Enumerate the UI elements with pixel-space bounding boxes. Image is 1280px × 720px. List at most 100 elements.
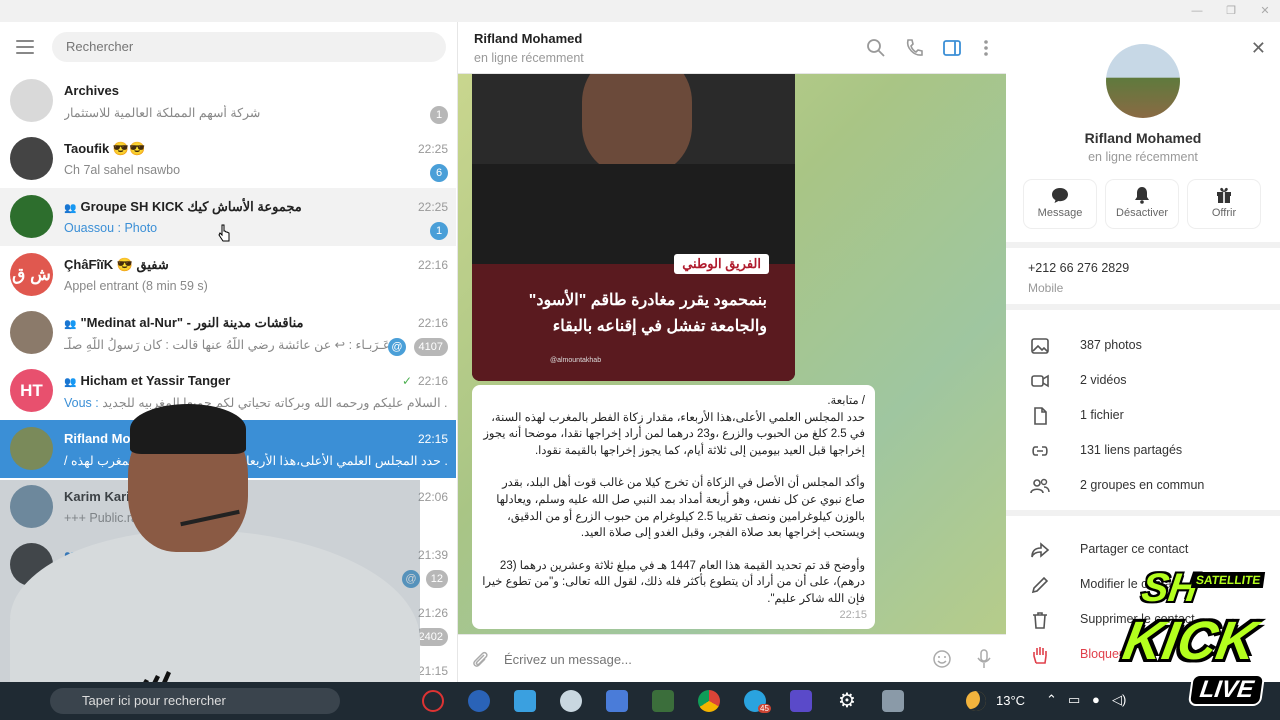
calculator-icon[interactable] — [606, 690, 628, 712]
chat-list-item[interactable]: Archives شركة أسهم المملكة العالمية للاست… — [0, 72, 456, 130]
chat-name-text: "Medinat al-Nur" - مناقشات مدينة النور — [80, 315, 304, 330]
chat-name: 👥 Hicham et Yassir Tanger — [64, 373, 230, 388]
chat-title: Rifland Mohamed — [474, 31, 583, 46]
chat-time: 22:25 — [417, 142, 448, 156]
chat-name: Taoufik 😎😎 — [64, 141, 145, 157]
chat-name-text: Archives — [64, 83, 119, 98]
weather-moon-icon — [966, 691, 986, 711]
unread-badge: 1 — [430, 222, 448, 240]
preview-text: شركة أسهم المملكة العالمية للاستثمار — [64, 106, 261, 120]
chat-time: 22:16 — [417, 316, 448, 330]
emoji-icon[interactable] — [932, 649, 952, 669]
media-label-videos: 2 vidéos — [1080, 373, 1127, 387]
app-icon-6[interactable] — [652, 690, 674, 712]
media-label-files: 1 fichier — [1080, 408, 1124, 422]
profile-avatar[interactable] — [1106, 44, 1180, 118]
chat-list-item[interactable]: ش ق ÇhâFîïK 😎 شفيق Appel entrant (8 min 59… — [0, 246, 456, 304]
webcam-overlay — [0, 400, 420, 720]
gift-button[interactable]: Offrir — [1188, 180, 1260, 228]
groups-icon — [1030, 478, 1050, 494]
chat-list-item[interactable]: 👥 "Medinat al-Nur" - مناقشات مدينة النور ع… — [0, 304, 456, 362]
chat-time: 22:25 — [417, 200, 448, 214]
app-icon-4[interactable] — [560, 690, 582, 712]
chat-status: en ligne récemment — [474, 51, 584, 65]
media-row-photos[interactable]: 387 photos — [1006, 328, 1280, 363]
message-bubble[interactable]: / متابعة. حدد المجلس العلمي الأعلى،هذا ا… — [472, 385, 875, 629]
windows-taskbar: Taper ici pour rechercher 45 ⚙ 13°C ⌃ ▭ … — [0, 682, 1280, 720]
mouse-cursor-icon — [218, 224, 230, 242]
more-options-icon[interactable] — [976, 38, 996, 58]
photo-face — [582, 74, 692, 174]
chat-avatar — [10, 79, 53, 122]
media-row-files[interactable]: 1 fichier — [1006, 398, 1280, 433]
chat-name: Archives — [64, 83, 119, 98]
contact-info-card: +212 66 276 2829 Mobile — [1006, 248, 1280, 304]
telegram-taskbar-badge: 45 — [758, 704, 771, 713]
app-icon-9[interactable] — [790, 690, 812, 712]
close-icon[interactable]: ✕ — [1251, 38, 1266, 59]
sh-kick-live-logo: SH SATELLITE KICK LIVE — [1119, 558, 1280, 720]
search-icon[interactable] — [866, 38, 886, 58]
phone-label: Mobile — [1028, 281, 1064, 295]
mute-button[interactable]: Désactiver — [1106, 180, 1178, 228]
chat-list-item[interactable]: Taoufik 😎😎 Ch 7al sahel nsawbo 22:25 6 — [0, 130, 456, 188]
network-icon[interactable]: ▭ — [1068, 692, 1080, 708]
media-row-videos[interactable]: 2 vidéos — [1006, 363, 1280, 398]
mention-badge: @ — [388, 338, 406, 356]
chat-time: 21:26 — [417, 606, 448, 620]
photo-handle: @almountakhab — [550, 357, 602, 364]
settings-gear-icon[interactable]: ⚙ — [836, 690, 858, 712]
chat-header[interactable]: Rifland Mohamed en ligne récemment — [458, 22, 1006, 74]
block-hand-icon — [1033, 647, 1047, 664]
phone-number[interactable]: +212 66 276 2829 — [1028, 261, 1129, 275]
tray-chevron-icon[interactable]: ⌃ — [1046, 692, 1057, 708]
hamburger-menu-icon[interactable] — [16, 40, 34, 54]
chat-name-text: Taoufik 😎😎 — [64, 141, 146, 156]
app-icon-2[interactable] — [468, 690, 490, 712]
app-icon-3[interactable] — [514, 690, 536, 712]
close-window-button[interactable]: ✕ — [1250, 2, 1280, 20]
chat-preview: شركة أسهم المملكة العالمية للاستثمار — [64, 105, 260, 120]
photo-shirt — [472, 164, 795, 264]
title-bar: — ❐ ✕ — [0, 0, 1280, 22]
preview-sender: Ouassou : — [64, 221, 121, 235]
chat-preview: Appel entrant (8 min 59 s) — [64, 279, 208, 293]
microphone-icon[interactable] — [974, 648, 994, 670]
logo-sh: SH — [1138, 566, 1201, 610]
message-button[interactable]: Message — [1024, 180, 1096, 228]
chat-avatar — [10, 311, 53, 354]
profile-header-card: ✕ Rifland Mohamed en ligne récemment Mes… — [1006, 22, 1280, 242]
preview-text: Appel entrant (8 min 59 s) — [64, 279, 208, 293]
group-icon: 👥 — [64, 377, 77, 388]
minimize-button[interactable]: — — [1182, 2, 1212, 20]
message-time: 22:15 — [839, 609, 867, 622]
message-photo[interactable]: الفريق الوطني بنمحمود يقرر مغادرة طاقم "… — [472, 74, 795, 381]
preview-text: Ch 7al sahel nsawbo — [64, 163, 181, 177]
gift-button-label: Offrir — [1211, 207, 1237, 219]
taskbar-search[interactable]: Taper ici pour rechercher — [50, 688, 340, 714]
chat-name-text: Groupe SH KICK مجموعة الأساش كيك — [80, 199, 302, 214]
preview-text: Photo — [124, 221, 158, 235]
media-row-links[interactable]: 131 liens partagés — [1006, 433, 1280, 468]
chat-time: 22:06 — [417, 490, 448, 504]
search-input[interactable] — [52, 32, 446, 62]
phone-icon[interactable] — [904, 38, 924, 58]
chat-avatar — [10, 195, 53, 238]
sidebar-toggle-icon[interactable] — [942, 38, 962, 58]
weather-temperature[interactable]: 13°C — [996, 693, 1025, 708]
chat-avatar: ش ق — [10, 253, 53, 296]
message-paragraph: وأوضح قد تم تحديد القيمة هذا العام 1447 … — [482, 559, 865, 605]
media-row-groups[interactable]: 2 groupes en commun — [1006, 468, 1280, 503]
chat-name-text: Hicham et Yassir Tanger — [80, 373, 231, 388]
unread-badge: 4107 — [413, 338, 448, 356]
app-icon-1[interactable] — [422, 690, 444, 712]
message-input[interactable] — [504, 647, 924, 671]
chrome-icon[interactable] — [698, 690, 720, 712]
mic-tray-icon[interactable]: ● — [1092, 692, 1100, 707]
chat-name: ÇhâFîïK 😎 شفيق — [64, 257, 169, 273]
pencil-icon — [1031, 576, 1049, 594]
attach-icon[interactable] — [470, 649, 490, 669]
app-icon-11[interactable] — [882, 690, 904, 712]
share-contact-label: Partager ce contact — [1080, 542, 1189, 556]
maximize-button[interactable]: ❐ — [1216, 2, 1246, 20]
